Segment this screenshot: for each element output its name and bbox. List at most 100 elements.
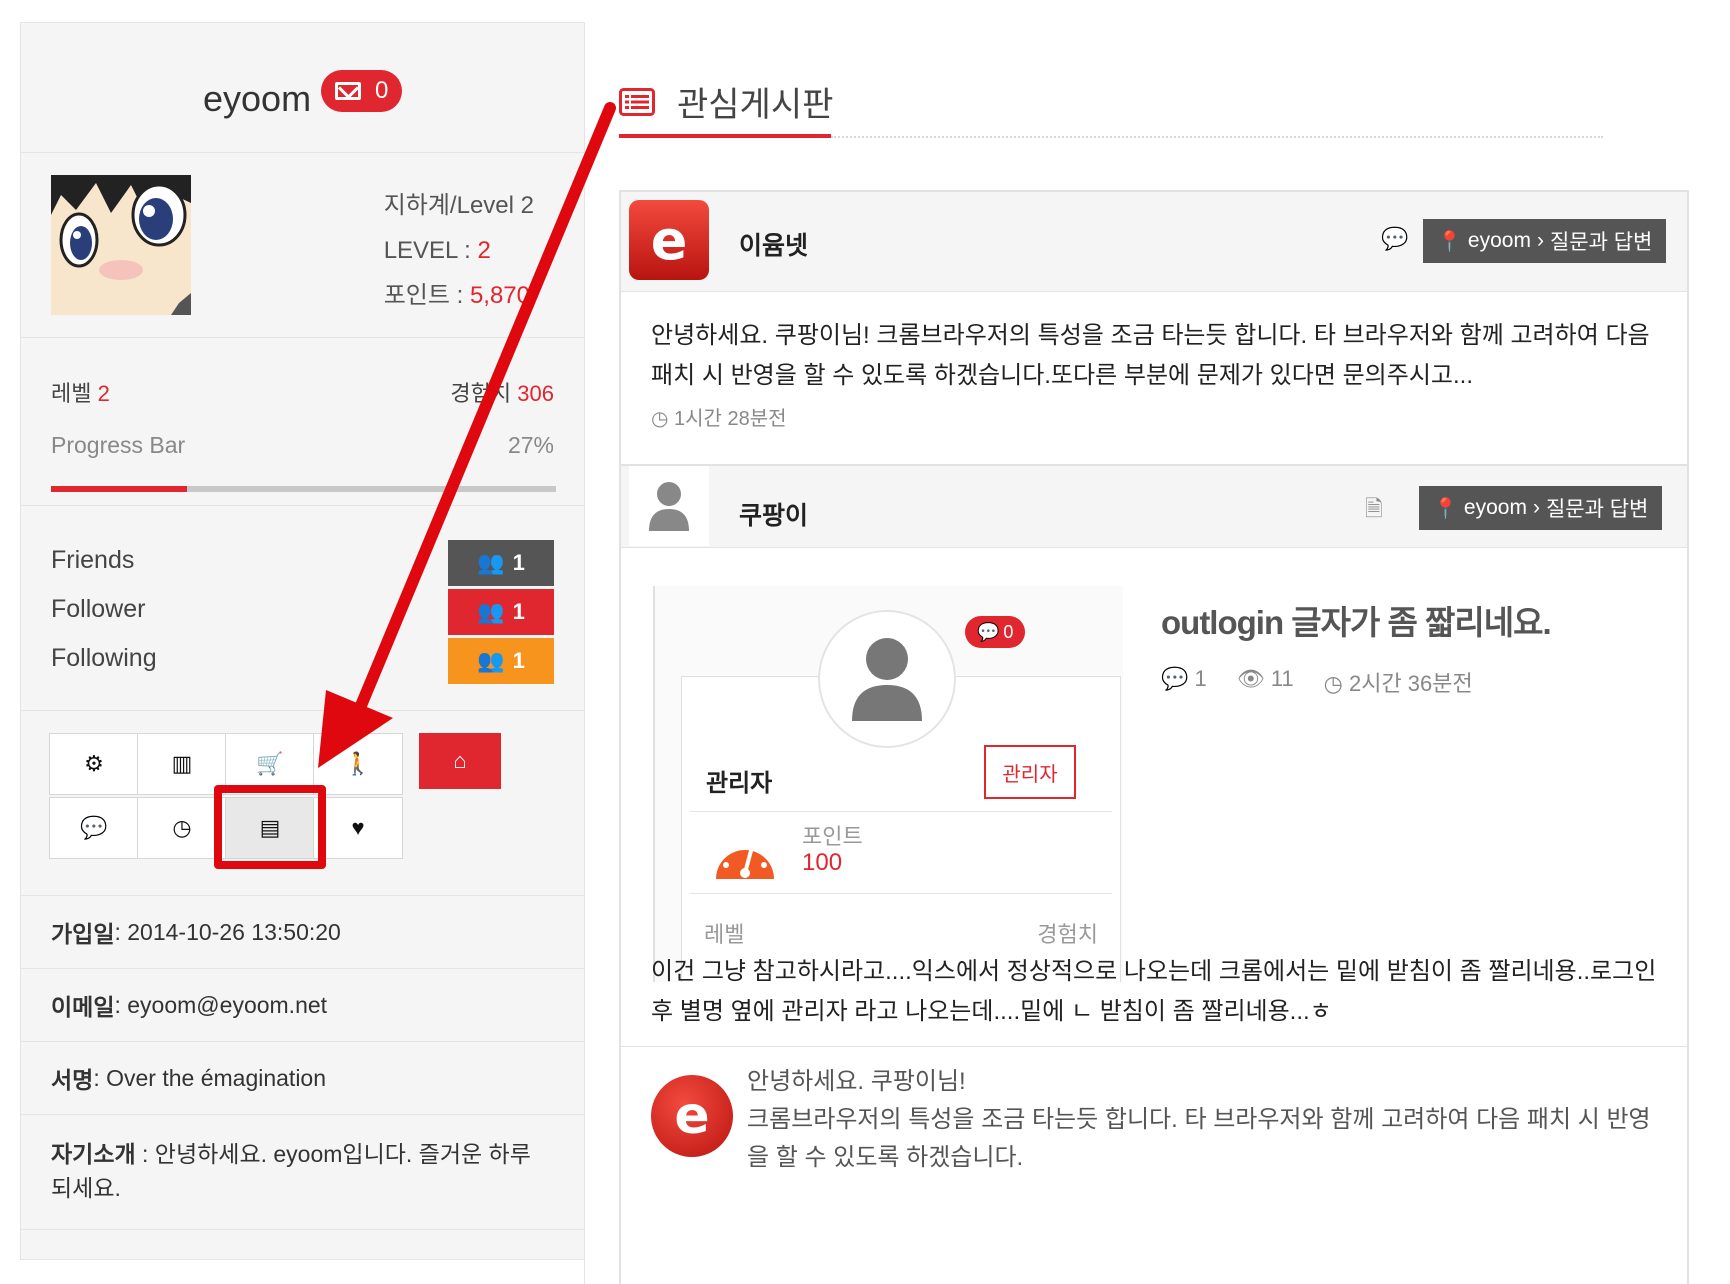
intro-row: 자기소개 : 안녕하세요. eyoom입니다. 즐거운 하루 되세요. <box>21 1115 584 1230</box>
grade-label: 지하계/Level 2 <box>383 192 534 219</box>
eyoom-logo: e <box>651 1075 733 1157</box>
username: eyoom <box>203 78 312 119</box>
progress-bar <box>51 486 556 492</box>
activity-card: 쿠팡이 🗎 📍 eyoom › 질문과 답변 관리자 관리자 포인트 100 레… <box>619 464 1689 1284</box>
friends-label: Friends <box>51 546 135 574</box>
anime-avatar-image <box>51 175 191 315</box>
level-value: 2 <box>477 237 491 264</box>
friends-section: Friends 👥 1 Follower 👥 1 Following 👥 1 <box>21 506 584 711</box>
person-icon: 🚶 <box>344 751 372 776</box>
page-title: 관심게시판 <box>619 77 833 126</box>
users-icon: 👥 <box>477 550 505 575</box>
title-underline <box>619 134 831 138</box>
home-icon: ⌂ <box>453 748 467 773</box>
list-icon <box>619 87 655 116</box>
card-time: ◷ 1시간 28분전 <box>651 408 787 430</box>
inner-level-label: 레벨 <box>704 922 745 947</box>
clock-icon: ◷ <box>651 408 675 430</box>
exp-label: 경험치 306 <box>450 381 554 406</box>
post-time: ◷ 2시간 36분전 <box>1323 671 1473 696</box>
clock-icon: ◷ <box>1323 671 1349 696</box>
main-content: 관심게시판 e 이윰넷 💬 📍 eyoom › 질문과 답변 안녕하세요. 쿠팡이님… <box>584 22 1710 1284</box>
post-meta: 💬 1 👁 11 ◷ 2시간 36분전 <box>1161 666 1473 698</box>
user-avatar <box>629 466 709 546</box>
card-header: e 이윰넷 💬 📍 eyoom › 질문과 답변 <box>621 192 1687 292</box>
card-body: 안녕하세요. 쿠팡이님! 크롬브라우저의 특성을 조금 타는듯 합니다. 타 브… <box>621 292 1687 451</box>
user-icon <box>649 482 689 531</box>
profile-sidebar: eyoom 0 지하계/Level 2 LEVEL : 2 포인트: 5,87… <box>20 22 585 1260</box>
page-title-text: 관심게시판 <box>677 86 834 124</box>
follower-count-button[interactable]: 👥 1 <box>448 589 554 635</box>
progress-percent: 27% <box>507 432 554 458</box>
level-row: LEVEL : 2 <box>383 237 491 264</box>
heart-button[interactable]: ♥ <box>313 797 403 859</box>
users-icon: 👥 <box>477 648 505 673</box>
signature-row: 서명 : Over the émagination <box>21 1042 584 1115</box>
email-row: 이메일 : eyoom@eyoom.net <box>21 969 584 1042</box>
board-tag[interactable]: 📍 eyoom › 질문과 답변 <box>1423 219 1667 263</box>
friends-count-button[interactable]: 👥 1 <box>448 540 554 586</box>
card-text[interactable]: 안녕하세요. 쿠팡이님! 크롬브라우저의 특성을 조금 타는듯 합니다. 타 브… <box>651 316 1657 396</box>
comments-icon: 💬 <box>1161 666 1195 691</box>
bar-chart-icon: ▥ <box>171 751 193 776</box>
reply-text: 안녕하세요. 쿠팡이님! 크롬브라우저의 특성을 조금 타는듯 합니다. 타 브… <box>747 1068 1651 1171</box>
card-author[interactable]: 이윰넷 <box>739 226 808 262</box>
post-image[interactable]: 관리자 관리자 포인트 100 레벨 경험치 💬 0 <box>653 586 1123 982</box>
comments-icon: 💬 <box>977 621 1000 642</box>
point-row: 포인트 : 5,870 <box>383 282 530 309</box>
home-button[interactable]: ⌂ <box>419 733 501 789</box>
eyoom-logo: e <box>629 200 709 280</box>
follower-label: Follower <box>51 595 146 623</box>
inner-point-value: 100 <box>802 849 843 876</box>
reply-item: e 안녕하세요. 쿠팡이님! 크롬브라우저의 특성을 조금 타는듯 합니다. 타… <box>621 1046 1687 1216</box>
following-label: Following <box>51 644 157 672</box>
inner-point-label: 포인트 <box>802 824 863 849</box>
level-label: 레벨 2 <box>51 381 110 406</box>
shortcut-buttons: ⚙ ▥ 🛒 🚶 ⌂ 💬 ◷ ▤ ♥ <box>21 711 584 896</box>
settings-button[interactable]: ⚙ <box>49 733 139 795</box>
document-icon: 🗎 <box>1365 496 1383 521</box>
heart-icon: ♥ <box>351 815 365 840</box>
progress-label: Progress Bar <box>51 432 186 458</box>
inner-avatar <box>818 610 956 748</box>
profile-summary: 지하계/Level 2 LEVEL : 2 포인트 : 5,870 <box>21 153 584 338</box>
highlight-box <box>214 785 326 869</box>
profile-header: eyoom 0 <box>21 23 584 153</box>
point-value: 5,870 <box>469 282 530 309</box>
map-marker-icon: 📍 <box>1437 230 1462 253</box>
cart-icon: 🛒 <box>256 751 284 776</box>
comment-count: 💬 1 <box>1161 666 1207 691</box>
person-button[interactable]: 🚶 <box>313 733 403 795</box>
inner-username: 관리자 <box>706 770 773 797</box>
card-text[interactable]: 이건 그냥 참고하시라고....익스에서 정상적으로 나오는데 크롬에서는 밑에… <box>651 952 1657 1032</box>
user-icon <box>852 638 922 721</box>
avatar[interactable] <box>51 175 191 315</box>
eye-icon: 👁 <box>1236 666 1271 691</box>
following-count-button[interactable]: 👥 1 <box>448 638 554 684</box>
board-tag[interactable]: 📍 eyoom › 질문과 답변 <box>1419 486 1663 530</box>
view-count: 👁 11 <box>1236 666 1294 691</box>
comments-icon: 💬 <box>1381 226 1409 251</box>
level-stats: 지하계/Level 2 LEVEL : 2 포인트 : 5,870 <box>384 183 534 318</box>
post-title[interactable]: outlogin 글자가 좀 짧리네요. <box>1161 596 1552 644</box>
card-author[interactable]: 쿠팡이 <box>739 496 808 532</box>
card-header: 쿠팡이 🗎 📍 eyoom › 질문과 답변 <box>621 466 1687 548</box>
mail-count: 0 <box>375 77 389 104</box>
comments-icon: 💬 <box>80 815 108 840</box>
joined-row: 가입일 : 2014-10-26 13:50:20 <box>21 896 584 969</box>
mail-badge[interactable]: 0 <box>321 70 403 112</box>
title-divider <box>831 136 1603 138</box>
dashboard-gauge-icon <box>716 838 774 879</box>
activity-card: e 이윰넷 💬 📍 eyoom › 질문과 답변 안녕하세요. 쿠팡이님! 크롬브라… <box>619 190 1689 476</box>
gear-icon: ⚙ <box>84 751 104 776</box>
admin-badge: 관리자 <box>984 745 1076 799</box>
chat-badge: 💬 0 <box>965 616 1026 648</box>
stats-button[interactable]: ▥ <box>137 733 227 795</box>
progress-bar-fill <box>51 486 188 492</box>
users-icon: 👥 <box>477 599 505 624</box>
comments-button[interactable]: 💬 <box>49 797 139 859</box>
inner-exp-label: 경험치 <box>1037 922 1098 947</box>
level-progress-section: 레벨 2 경험치 306 Progress Bar 27% <box>21 338 584 506</box>
clock-icon: ◷ <box>172 815 192 840</box>
map-marker-icon: 📍 <box>1433 497 1458 520</box>
